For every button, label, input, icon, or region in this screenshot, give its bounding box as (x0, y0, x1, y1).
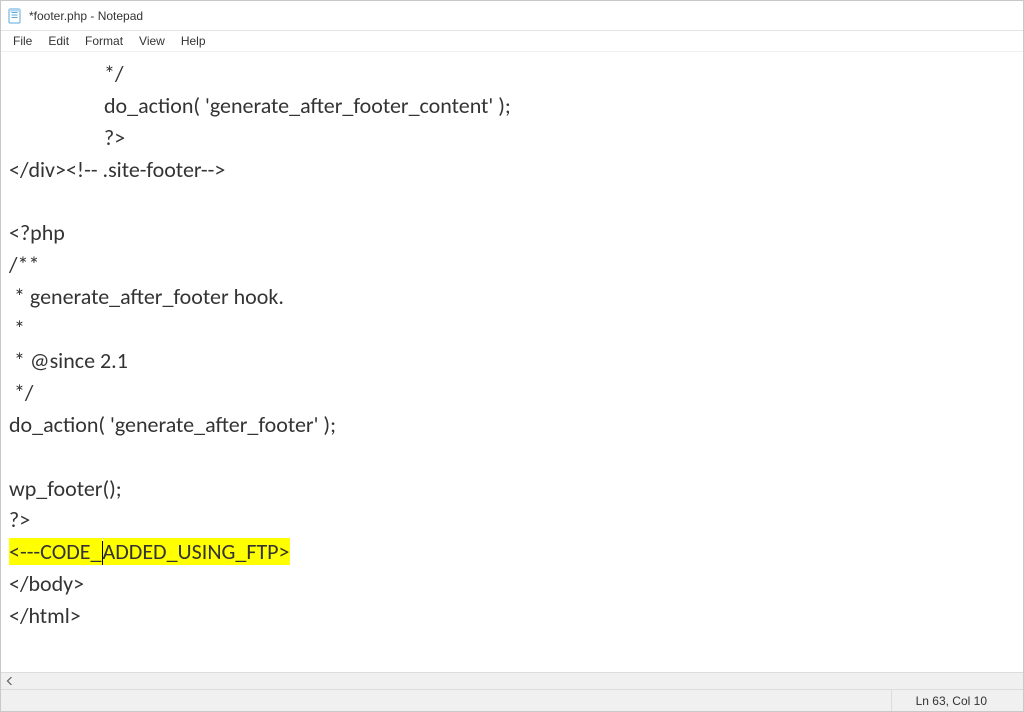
code-line (9, 186, 1015, 218)
menu-format[interactable]: Format (77, 32, 131, 50)
notepad-icon (7, 8, 23, 24)
code-line: ?> (9, 122, 1015, 154)
statusbar: Ln 63, Col 10 (1, 689, 1023, 711)
code-line (9, 441, 1015, 473)
menu-help[interactable]: Help (173, 32, 214, 50)
code-line: do_action( 'generate_after_footer_conten… (9, 90, 1015, 122)
window-title: *footer.php - Notepad (29, 9, 143, 23)
code-line: /** (9, 249, 1015, 281)
code-line: * (9, 313, 1015, 345)
code-line: </body> (9, 568, 1015, 600)
menu-file[interactable]: File (5, 32, 40, 50)
code-line: do_action( 'generate_after_footer' ); (9, 409, 1015, 441)
code-line: * generate_after_footer hook. (9, 281, 1015, 313)
menu-view[interactable]: View (131, 32, 173, 50)
horizontal-scrollbar[interactable] (1, 672, 1023, 689)
menu-edit[interactable]: Edit (40, 32, 77, 50)
notepad-window: *footer.php - Notepad File Edit Format V… (0, 0, 1024, 712)
code-line-highlight: <---CODE_ADDED_USING_FTP> (9, 536, 1015, 568)
code-line: ?> (9, 504, 1015, 536)
code-line: * @since 2.1 (9, 345, 1015, 377)
code-line: */ (9, 58, 1015, 90)
code-line: <?php (9, 217, 1015, 249)
code-line: </div><!-- .site-footer--> (9, 154, 1015, 186)
scroll-left-icon[interactable] (1, 673, 18, 690)
menubar: File Edit Format View Help (1, 31, 1023, 52)
code-line: wp_footer(); (9, 473, 1015, 505)
code-line: */ (9, 377, 1015, 409)
titlebar: *footer.php - Notepad (1, 1, 1023, 31)
text-editor[interactable]: */do_action( 'generate_after_footer_cont… (1, 52, 1023, 672)
code-line: </html> (9, 600, 1015, 632)
status-cursor-position: Ln 63, Col 10 (891, 690, 1011, 711)
